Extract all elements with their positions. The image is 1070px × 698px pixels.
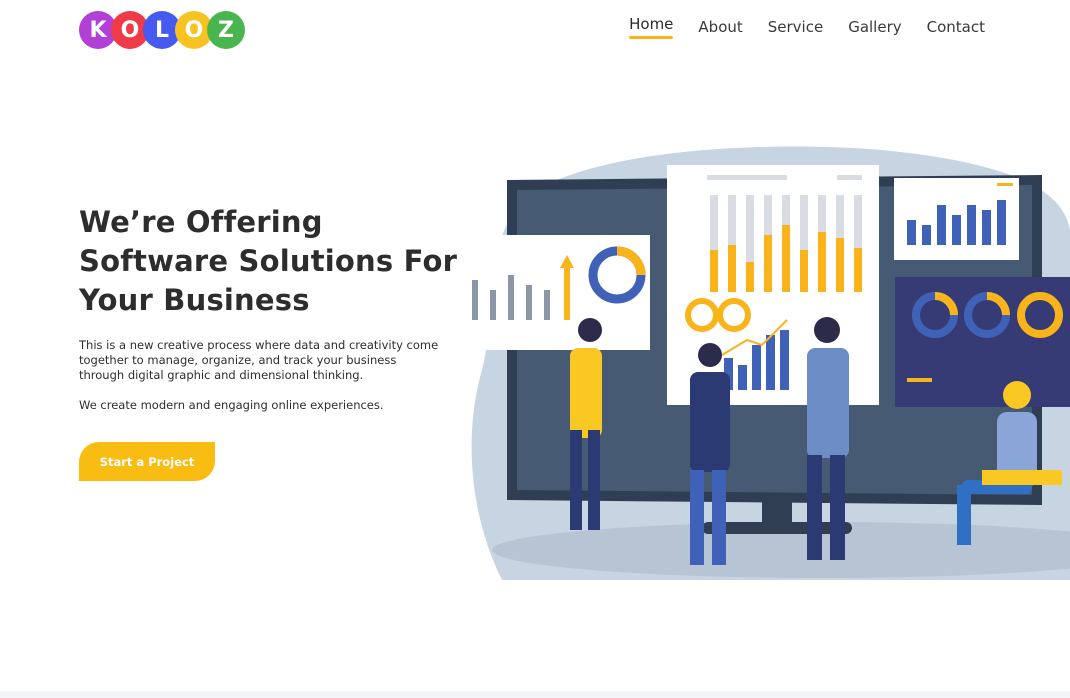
nav-service[interactable]: Service <box>768 18 823 40</box>
hero-subtext: We create modern and engaging online exp… <box>79 398 384 412</box>
hero-description: This is a new creative process where dat… <box>79 338 439 382</box>
footer-strip <box>0 691 1070 698</box>
nav-home[interactable]: Home <box>629 15 674 39</box>
hero-title: We’re Offering Software Solutions For Yo… <box>79 205 458 317</box>
logo-letter-z: Z <box>207 11 245 49</box>
business-analytics-illustration <box>465 146 1070 580</box>
koloz-logo[interactable]: K O L O Z <box>79 11 245 49</box>
start-project-button[interactable]: Start a Project <box>79 442 215 481</box>
main-nav: Home About Service Gallery Contact <box>629 15 985 40</box>
nav-gallery[interactable]: Gallery <box>848 18 901 40</box>
nav-about[interactable]: About <box>698 18 742 40</box>
nav-contact[interactable]: Contact <box>927 18 985 40</box>
